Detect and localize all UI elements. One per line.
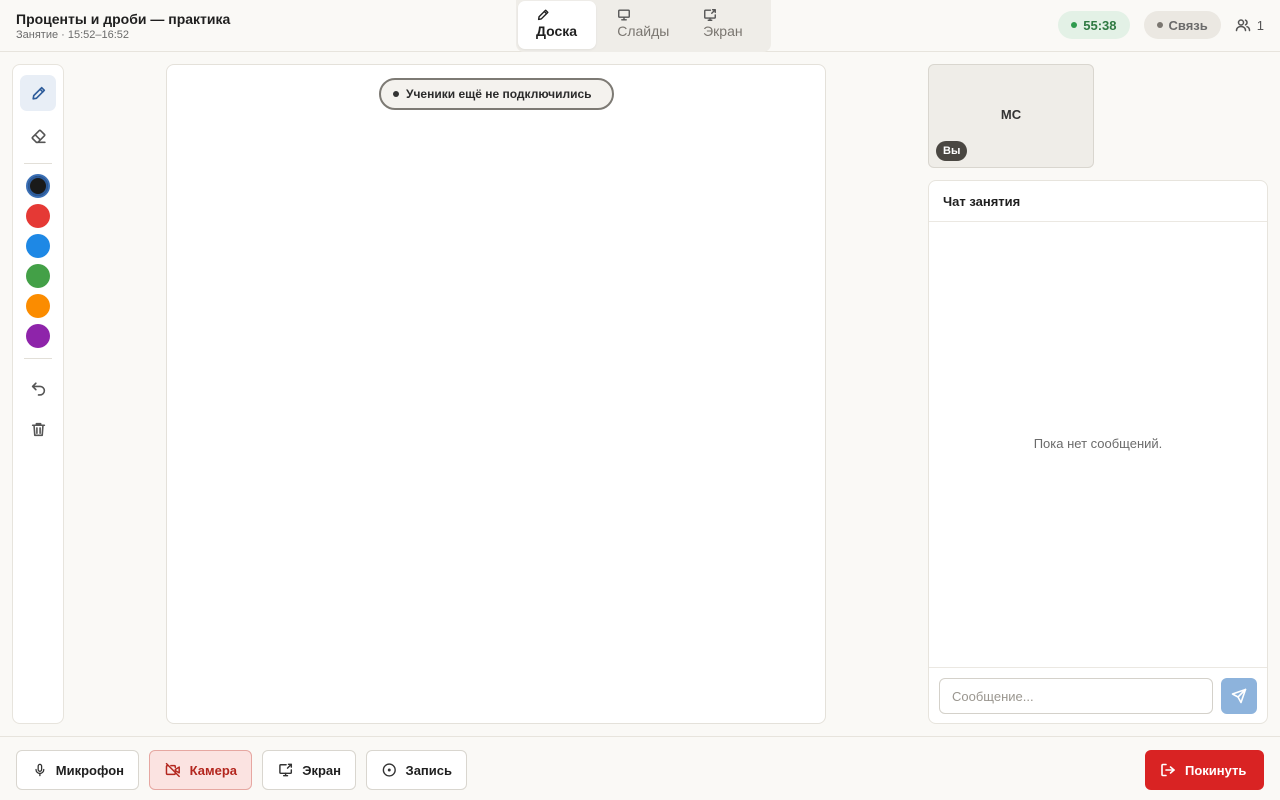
tab-screen[interactable]: Экран [687, 1, 768, 49]
users-icon [1235, 19, 1251, 32]
camera-off-icon [165, 762, 180, 778]
chat-panel: Чат занятия Пока нет сообщений. [928, 180, 1268, 724]
participants-button[interactable]: 1 [1235, 17, 1264, 33]
tab-slides-label: Слайды [617, 23, 670, 39]
students-status-text: Ученики ещё не подключились [406, 87, 592, 101]
top-bar: Проценты и дроби — практика Занятие · 15… [0, 0, 1280, 52]
status-dot-icon [393, 91, 399, 97]
color-swatch-orange[interactable] [26, 294, 50, 318]
chat-title: Чат занятия [929, 181, 1267, 222]
pencil-icon [31, 86, 45, 100]
chat-empty-state: Пока нет сообщений. [1033, 436, 1163, 451]
screen-share-label: Экран [302, 762, 341, 778]
eraser-tool-button[interactable] [20, 118, 56, 154]
timer-value: 55:38 [1083, 17, 1117, 33]
color-swatch-blue[interactable] [26, 234, 50, 258]
chat-composer [929, 667, 1267, 724]
eraser-icon [31, 129, 46, 143]
drawing-toolbar [12, 64, 64, 724]
camera-label: Камера [189, 762, 237, 778]
trash-icon [31, 422, 45, 436]
record-icon [382, 763, 396, 777]
connection-label: Связь [1168, 17, 1208, 33]
record-button[interactable]: Запись [366, 750, 467, 790]
tab-screen-label: Экран [703, 23, 743, 39]
tab-board-label: Доска [536, 23, 578, 39]
lesson-title: Проценты и дроби — практика [16, 11, 231, 27]
tab-board[interactable]: Доска [518, 1, 597, 49]
presentation-icon [618, 9, 631, 21]
screen-share-icon [279, 763, 293, 777]
pen-tool-button[interactable] [20, 75, 56, 111]
mode-tabs: Доска Слайды Экран [516, 0, 771, 52]
toolbar-divider [24, 358, 52, 359]
screen-share-button[interactable]: Экран [262, 750, 356, 790]
students-status-notice: Ученики ещё не подключились [379, 78, 614, 110]
screen-share-icon [704, 9, 717, 21]
you-badge: Вы [936, 141, 968, 161]
microphone-label: Микрофон [55, 762, 124, 778]
color-swatch-black[interactable] [26, 174, 50, 198]
lesson-title-block: Проценты и дроби — практика Занятие · 15… [16, 11, 230, 42]
status-area: 55:38 Связь 1 [1058, 11, 1264, 39]
connection-badge: Связь [1143, 11, 1221, 39]
logout-icon [1161, 763, 1175, 777]
send-message-button[interactable] [1221, 678, 1257, 714]
record-label: Запись [405, 762, 452, 778]
toolbar-divider [24, 163, 52, 164]
send-icon [1231, 688, 1247, 704]
self-video-tile: МС Вы [928, 64, 1094, 168]
camera-button[interactable]: Камера [149, 750, 252, 790]
microphone-button[interactable]: Микрофон [16, 750, 139, 790]
whiteboard-canvas[interactable]: Ученики ещё не подключились [166, 64, 826, 724]
undo-button[interactable] [20, 369, 56, 405]
undo-icon [31, 381, 45, 396]
color-swatch-red[interactable] [26, 204, 50, 228]
leave-lesson-button[interactable]: Покинуть [1145, 750, 1264, 790]
pencil-icon [537, 9, 549, 21]
color-swatch-green[interactable] [26, 264, 50, 288]
timer-dot-icon [1071, 22, 1078, 28]
bottom-controls: Микрофон Камера Экран Запись Покинуть [0, 736, 1280, 800]
timer-badge: 55:38 [1058, 11, 1130, 39]
participants-count: 1 [1256, 17, 1264, 33]
microphone-icon [35, 763, 45, 777]
leave-label: Покинуть [1185, 762, 1247, 778]
chat-message-input[interactable] [939, 678, 1213, 714]
lesson-schedule: Занятие · 15:52–16:52 [16, 29, 130, 41]
avatar-initials: МС [1000, 107, 1022, 122]
tab-slides[interactable]: Слайды [601, 1, 682, 49]
color-swatch-purple[interactable] [26, 324, 50, 348]
clear-board-button[interactable] [20, 411, 56, 447]
connection-dot-icon [1156, 22, 1163, 28]
